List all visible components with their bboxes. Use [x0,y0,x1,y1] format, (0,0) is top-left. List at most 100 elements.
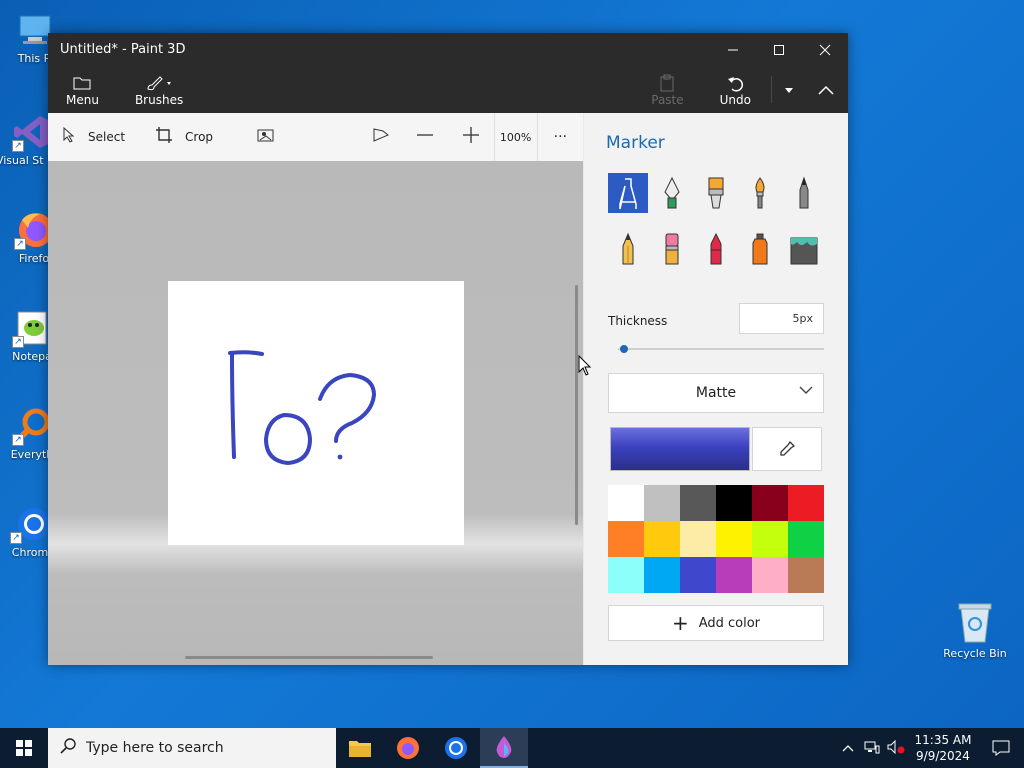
palette-color-12[interactable] [608,557,644,593]
palette-color-14[interactable] [680,557,716,593]
pencil-brush[interactable] [608,229,648,269]
plus-icon: + [671,611,689,635]
undo-button[interactable]: Undo [702,66,769,113]
chrome-icon [445,737,467,759]
select-button[interactable]: Select [48,113,139,161]
network-icon[interactable] [860,740,884,757]
hand-drawn-strokes [228,350,377,466]
palette-color-2[interactable] [680,485,716,521]
zoom-in-button[interactable] [448,113,494,161]
clock[interactable]: 11:35 AM 9/9/2024 [908,732,978,764]
palette-color-10[interactable] [752,521,788,557]
thickness-input[interactable]: 5px [739,303,824,334]
add-color-button[interactable]: + Add color [608,605,824,641]
toolbar-divider [771,76,772,103]
undo-icon [726,73,744,93]
add-color-label: Add color [698,615,761,631]
volume-muted-icon[interactable] [884,739,908,757]
more-options-button[interactable]: ··· [538,113,583,161]
plus-icon [462,126,480,148]
maximize-button[interactable] [756,33,802,66]
fill-bucket-brush[interactable] [784,229,824,269]
clipboard-icon [659,73,675,93]
eraser-icon [665,233,679,265]
eyedropper-button[interactable] [752,427,822,471]
paste-button[interactable]: Paste [633,66,701,113]
horizontal-scrollbar[interactable] [185,656,433,659]
panel-title: Marker [606,133,665,153]
palette-color-15[interactable] [716,557,752,593]
brush-settings-panel: Marker Thickness 5px Matte + Add color [584,113,848,665]
pixel-pen-brush[interactable] [784,173,824,213]
top-toolbar: Menu Brushes Paste Undo [48,66,848,113]
palette-color-5[interactable] [788,485,824,521]
brushes-label: Brushes [134,92,184,107]
undo-label: Undo [719,92,751,107]
taskbar-search-box[interactable]: Type here to search [48,728,336,768]
brush-icon [144,73,174,93]
paste-label: Paste [651,92,684,107]
palette-color-0[interactable] [608,485,644,521]
everything-search-icon: ↗ [12,406,52,446]
canvas-workspace[interactable] [48,161,583,665]
brushes-button[interactable]: Brushes [117,66,201,113]
thickness-slider-track[interactable] [618,348,824,350]
watercolor-brush[interactable] [740,173,780,213]
zoom-level[interactable]: 100% [493,113,538,161]
mouse-cursor-icon [578,355,592,376]
calligraphy-pen-brush[interactable] [652,173,692,213]
collapse-toolbar-button[interactable] [804,66,848,113]
more-history-button[interactable] [774,66,804,113]
chevron-down-icon [799,384,813,398]
palette-color-16[interactable] [752,557,788,593]
taskbar-chrome[interactable] [432,728,480,768]
palette-color-6[interactable] [608,521,644,557]
palette-color-9[interactable] [716,521,752,557]
zoom-out-button[interactable] [402,113,448,161]
palette-color-8[interactable] [680,521,716,557]
palette-color-11[interactable] [788,521,824,557]
drawing-canvas[interactable] [168,281,464,545]
menu-button[interactable]: Menu [48,66,117,113]
title-bar[interactable]: Untitled* - Paint 3D [48,33,848,66]
taskbar-paint3d[interactable] [480,728,528,768]
watercolor-icon [755,177,765,209]
pixel-pen-icon [799,176,809,209]
magic-select-button[interactable] [227,113,301,161]
current-color-swatch[interactable] [610,427,750,471]
taskbar-firefox[interactable] [384,728,432,768]
recycle-bin-label: Recycle Bin [943,647,1007,660]
oil-brush[interactable] [696,173,736,213]
brush-grid [608,173,828,269]
palette-color-17[interactable] [788,557,824,593]
palette-color-13[interactable] [644,557,680,593]
color-palette [608,485,824,593]
marker-brush[interactable] [608,173,648,213]
caret-down-icon [784,80,794,100]
chevron-up-icon[interactable] [836,741,860,755]
palette-color-4[interactable] [752,485,788,521]
finish-dropdown[interactable]: Matte [608,373,824,413]
minimize-button[interactable] [710,33,756,66]
flag-icon [372,127,390,147]
start-button[interactable] [0,728,48,768]
spray-can-brush[interactable] [740,229,780,269]
view-3d-button[interactable] [360,113,402,161]
eraser-brush[interactable] [652,229,692,269]
minus-icon [416,127,434,147]
notification-center-button[interactable] [978,728,1024,768]
crayon-brush[interactable] [696,229,736,269]
vertical-scrollbar[interactable] [575,285,578,525]
chevron-up-icon [818,80,834,100]
calligraphy-pen-icon [664,176,680,209]
taskbar-file-explorer[interactable] [336,728,384,768]
palette-color-3[interactable] [716,485,752,521]
crayon-icon [710,232,722,265]
palette-color-7[interactable] [644,521,680,557]
thickness-slider-thumb[interactable] [620,345,629,353]
firefox-icon [397,737,419,759]
desktop-icon-recycle-bin[interactable]: Recycle Bin [940,600,1010,660]
crop-button[interactable]: Crop [139,113,227,161]
palette-color-1[interactable] [644,485,680,521]
close-button[interactable] [802,33,848,66]
